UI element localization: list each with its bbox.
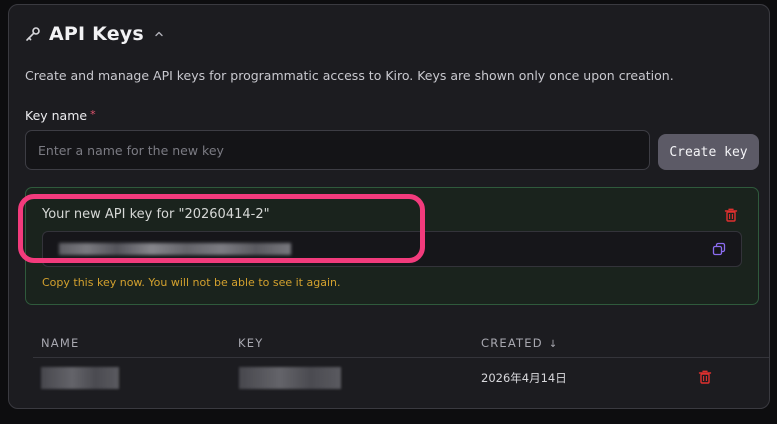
- key-name-label-text: Key name: [25, 108, 88, 123]
- copy-icon[interactable]: [712, 242, 726, 256]
- create-key-button[interactable]: Create key: [658, 134, 759, 170]
- new-key-callout: Your new API key for "20260414-2" Copy t…: [25, 187, 759, 305]
- key-name-input[interactable]: [25, 130, 650, 170]
- sort-arrow-icon: ↓: [548, 339, 559, 350]
- column-header-created-label: CREATED: [481, 336, 543, 350]
- required-marker: *: [90, 108, 96, 121]
- column-header-created[interactable]: CREATED ↓: [481, 336, 558, 350]
- row-created-date: 2026年4月14日: [481, 371, 567, 385]
- redacted-key-name: [41, 367, 119, 389]
- copy-warning: Copy this key now. You will not be able …: [42, 276, 341, 289]
- redacted-key-prefix: [239, 367, 341, 389]
- chevron-up-icon[interactable]: [154, 29, 164, 39]
- column-header-name: NAME: [41, 336, 80, 350]
- api-keys-panel: API Keys Create and manage API keys for …: [8, 4, 770, 409]
- key-icon: [26, 27, 40, 41]
- api-key-value-box[interactable]: [42, 231, 742, 267]
- key-name-label: Key name *: [25, 108, 96, 123]
- page-title: API Keys: [49, 23, 144, 45]
- column-header-key: KEY: [238, 336, 264, 350]
- new-key-title: Your new API key for "20260414-2": [42, 207, 270, 222]
- section-header[interactable]: API Keys: [25, 21, 164, 47]
- trash-icon[interactable]: [724, 208, 738, 222]
- redacted-api-key: [59, 243, 291, 255]
- section-description: Create and manage API keys for programma…: [25, 68, 674, 83]
- table-header-divider: [33, 357, 769, 358]
- trash-icon[interactable]: [698, 370, 712, 384]
